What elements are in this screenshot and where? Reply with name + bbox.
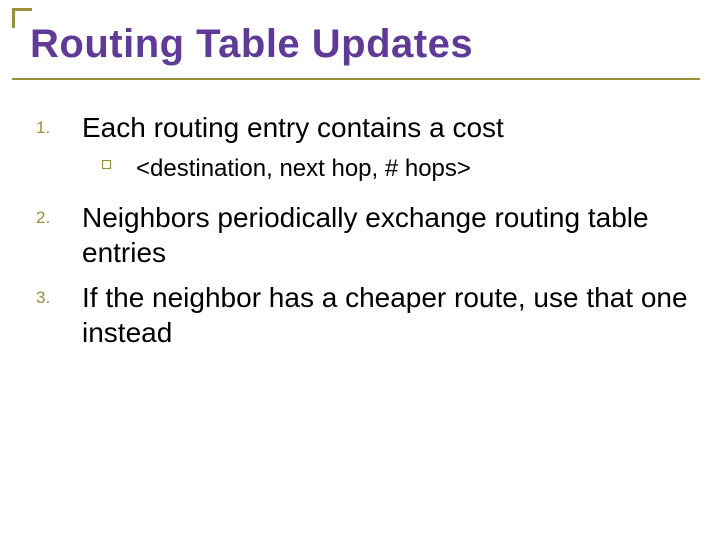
list-text: Each routing entry contains a cost (82, 110, 690, 145)
sub-text: <destination, next hop, # hops> (136, 153, 690, 184)
list-text: If the neighbor has a cheaper route, use… (82, 280, 690, 350)
list-text: Neighbors periodically exchange routing … (82, 200, 690, 270)
list-number: 1. (30, 110, 82, 138)
list-item-3: 3. If the neighbor has a cheaper route, … (30, 280, 690, 350)
slide: Routing Table Updates 1. Each routing en… (0, 0, 720, 540)
slide-title: Routing Table Updates (30, 22, 473, 67)
slide-body: 1. Each routing entry contains a cost <d… (30, 110, 690, 356)
list-number: 2. (30, 200, 82, 228)
list-item-1: 1. Each routing entry contains a cost (30, 110, 690, 145)
list-number: 3. (30, 280, 82, 308)
square-bullet-icon (102, 153, 136, 170)
corner-accent-icon (12, 8, 32, 28)
title-underline (12, 78, 700, 80)
list-item-2: 2. Neighbors periodically exchange routi… (30, 200, 690, 270)
sub-item-1: <destination, next hop, # hops> (102, 153, 690, 184)
